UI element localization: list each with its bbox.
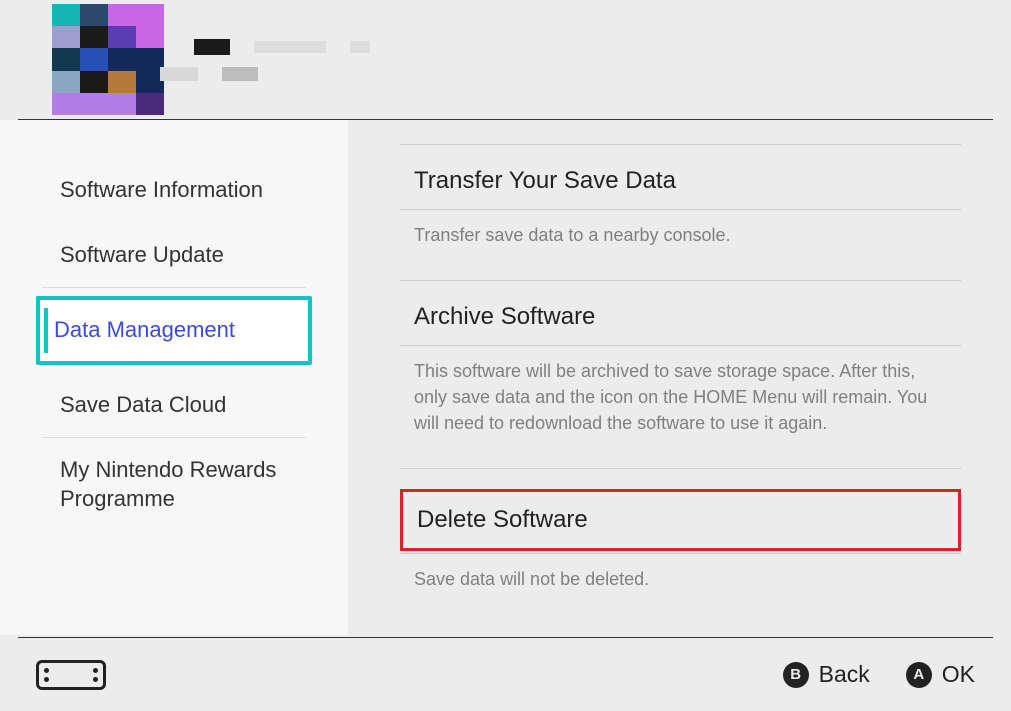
sidebar: Software Information Software Update Dat… bbox=[0, 120, 348, 635]
option-title: Delete Software bbox=[400, 489, 961, 551]
option-description: This software will be archived to save s… bbox=[400, 345, 961, 464]
option-delete-software[interactable]: Delete Software Save data will not be de… bbox=[400, 468, 961, 624]
footer: B Back A OK bbox=[18, 637, 993, 711]
a-button-icon: A bbox=[906, 662, 932, 688]
content: Software Information Software Update Dat… bbox=[0, 120, 1011, 635]
sidebar-item-save-data-cloud[interactable]: Save Data Cloud bbox=[0, 373, 348, 438]
b-button-icon: B bbox=[783, 662, 809, 688]
sidebar-item-data-management[interactable]: Data Management bbox=[36, 296, 312, 365]
controller-icon[interactable] bbox=[36, 660, 106, 690]
title-block bbox=[254, 41, 326, 53]
title-block bbox=[222, 67, 258, 81]
sidebar-item-my-nintendo-rewards[interactable]: My Nintendo Rewards Programme bbox=[0, 438, 348, 531]
back-action[interactable]: B Back bbox=[783, 661, 870, 688]
back-label: Back bbox=[819, 661, 870, 688]
title-area bbox=[194, 39, 370, 81]
footer-actions: B Back A OK bbox=[783, 661, 975, 688]
sidebar-divider bbox=[42, 287, 306, 288]
title-block bbox=[350, 41, 370, 53]
sidebar-item-software-update[interactable]: Software Update bbox=[0, 223, 348, 288]
sidebar-item-software-information[interactable]: Software Information bbox=[0, 158, 348, 223]
title-block bbox=[160, 67, 198, 81]
ok-action[interactable]: A OK bbox=[906, 661, 975, 688]
option-transfer-save-data[interactable]: Transfer Your Save Data Transfer save da… bbox=[400, 144, 961, 280]
option-title: Transfer Your Save Data bbox=[400, 165, 961, 209]
ok-label: OK bbox=[942, 661, 975, 688]
option-archive-software[interactable]: Archive Software This software will be a… bbox=[400, 280, 961, 468]
header bbox=[18, 0, 993, 120]
option-description: Save data will not be deleted. bbox=[400, 553, 961, 620]
title-block bbox=[194, 39, 230, 55]
option-title: Archive Software bbox=[400, 301, 961, 345]
option-description: Transfer save data to a nearby console. bbox=[400, 209, 961, 276]
main-panel: Transfer Your Save Data Transfer save da… bbox=[348, 120, 1011, 635]
game-icon bbox=[52, 4, 164, 116]
